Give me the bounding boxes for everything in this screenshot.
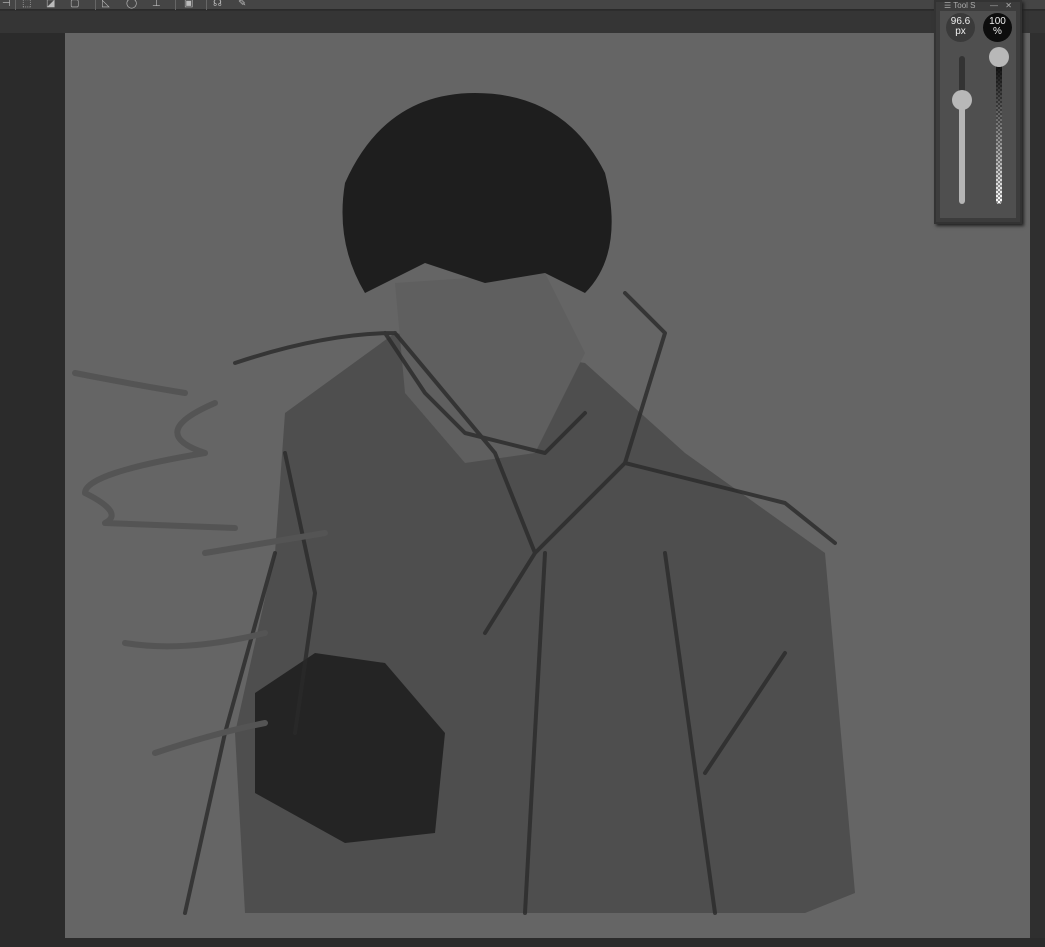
panel-title-bar[interactable]: ☰ Tool S — ✕: [936, 2, 1020, 11]
circle-icon[interactable]: ◯: [126, 0, 137, 9]
crop-icon[interactable]: ⊥: [152, 0, 161, 9]
layer-icon[interactable]: ▣: [184, 0, 193, 9]
opacity-readout: 100 %: [983, 13, 1012, 42]
balloon-icon[interactable]: ☊: [213, 0, 222, 9]
status-strip: [0, 938, 1045, 947]
divider: [15, 0, 16, 10]
opacity-thumb[interactable]: [989, 47, 1009, 67]
menu-icon[interactable]: ☰: [944, 1, 953, 10]
close-icon[interactable]: ✕: [1005, 2, 1012, 10]
brush-size-readout: 96.6 px: [946, 13, 975, 42]
brush-size-thumb[interactable]: [952, 90, 972, 111]
command-bar: ⊣ ⬚ ◪ ▢ ◺ ◯ ⊥ ▣ ☊ ✎: [0, 0, 1045, 10]
minimize-icon[interactable]: —: [990, 2, 998, 10]
sketch-artwork: [72, 93, 855, 915]
brush-size-unit: px: [955, 26, 966, 37]
fill-icon[interactable]: ◪: [46, 0, 55, 9]
hair: [342, 93, 612, 293]
brush-size-fill: [959, 100, 965, 204]
menu-edge-icon[interactable]: ⊣: [2, 0, 11, 9]
drawing-canvas[interactable]: [65, 33, 1030, 938]
ruler-icon[interactable]: ◺: [102, 0, 110, 9]
opacity-unit: %: [993, 26, 1002, 37]
tab-bar: [0, 11, 1045, 33]
panel-title: Tool S: [953, 1, 976, 10]
frame-icon[interactable]: ▢: [70, 0, 79, 9]
divider: [175, 0, 176, 10]
right-dock: [1030, 33, 1045, 947]
divider: [95, 0, 96, 10]
selection-icon[interactable]: ⬚: [22, 0, 31, 9]
brush-size-slider[interactable]: [952, 56, 972, 204]
tool-settings-panel: ☰ Tool S — ✕ 96.6 px 100 %: [934, 0, 1022, 224]
divider: [206, 0, 207, 10]
opacity-slider[interactable]: [989, 47, 1009, 204]
pen-icon[interactable]: ✎: [238, 0, 246, 9]
left-dock: [0, 33, 65, 947]
